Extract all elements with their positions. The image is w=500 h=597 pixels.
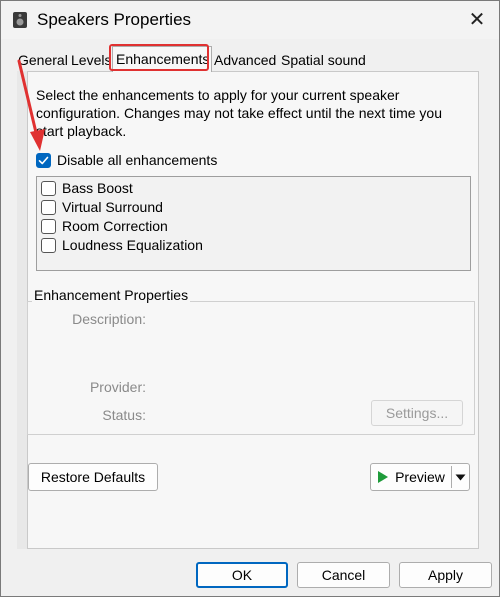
disable-all-checkbox[interactable] (36, 152, 51, 168)
list-item[interactable]: Room Correction (41, 218, 168, 234)
speaker-icon (12, 11, 28, 29)
cancel-button[interactable]: Cancel (297, 562, 390, 588)
list-item-label: Loudness Equalization (62, 237, 203, 253)
tab-advanced[interactable]: Advanced (211, 49, 279, 71)
preview-split-button: Preview (370, 463, 470, 491)
play-icon (378, 471, 389, 483)
preview-button[interactable]: Preview (371, 464, 451, 490)
enhancement-properties-label: Enhancement Properties (32, 287, 191, 303)
panel-edge (17, 71, 27, 549)
list-item[interactable]: Bass Boost (41, 180, 133, 196)
list-item[interactable]: Virtual Surround (41, 199, 163, 215)
description-label: Description: (72, 311, 146, 327)
settings-button[interactable]: Settings... (371, 400, 463, 426)
tab-spatial-sound[interactable]: Spatial sound (278, 49, 369, 71)
tab-strip: General Levels Enhancements Advanced Spa… (11, 46, 481, 72)
window-title: Speakers Properties (37, 10, 192, 29)
tab-enhancements[interactable]: Enhancements (112, 46, 212, 72)
tab-levels[interactable]: Levels (68, 49, 114, 71)
preview-label: Preview (395, 469, 445, 485)
list-item-label: Bass Boost (62, 180, 133, 196)
status-label: Status: (102, 407, 146, 423)
disable-all-label: Disable all enhancements (57, 152, 218, 168)
bass-boost-checkbox[interactable] (41, 180, 56, 196)
chevron-down-icon (455, 474, 466, 480)
list-item-label: Virtual Surround (62, 199, 163, 215)
list-item-label: Room Correction (62, 218, 168, 234)
speakers-properties-window: Speakers Properties ✕ General Levels Enh… (0, 0, 500, 597)
loudness-equalization-checkbox[interactable] (41, 237, 56, 253)
restore-defaults-button[interactable]: Restore Defaults (28, 463, 158, 491)
tab-general[interactable]: General (15, 49, 71, 71)
ok-button[interactable]: OK (196, 562, 288, 588)
disable-all-checkbox-row[interactable]: Disable all enhancements (36, 152, 217, 168)
virtual-surround-checkbox[interactable] (41, 199, 56, 215)
checkmark-icon (38, 156, 49, 164)
list-item[interactable]: Loudness Equalization (41, 237, 203, 253)
close-icon[interactable]: ✕ (461, 7, 493, 33)
apply-button[interactable]: Apply (399, 562, 492, 588)
preview-dropdown-button[interactable] (452, 464, 469, 490)
room-correction-checkbox[interactable] (41, 218, 56, 234)
title-bar: Speakers Properties ✕ (1, 1, 499, 39)
provider-label: Provider: (89, 379, 146, 395)
enhancements-description: Select the enhancements to apply for you… (36, 87, 442, 139)
